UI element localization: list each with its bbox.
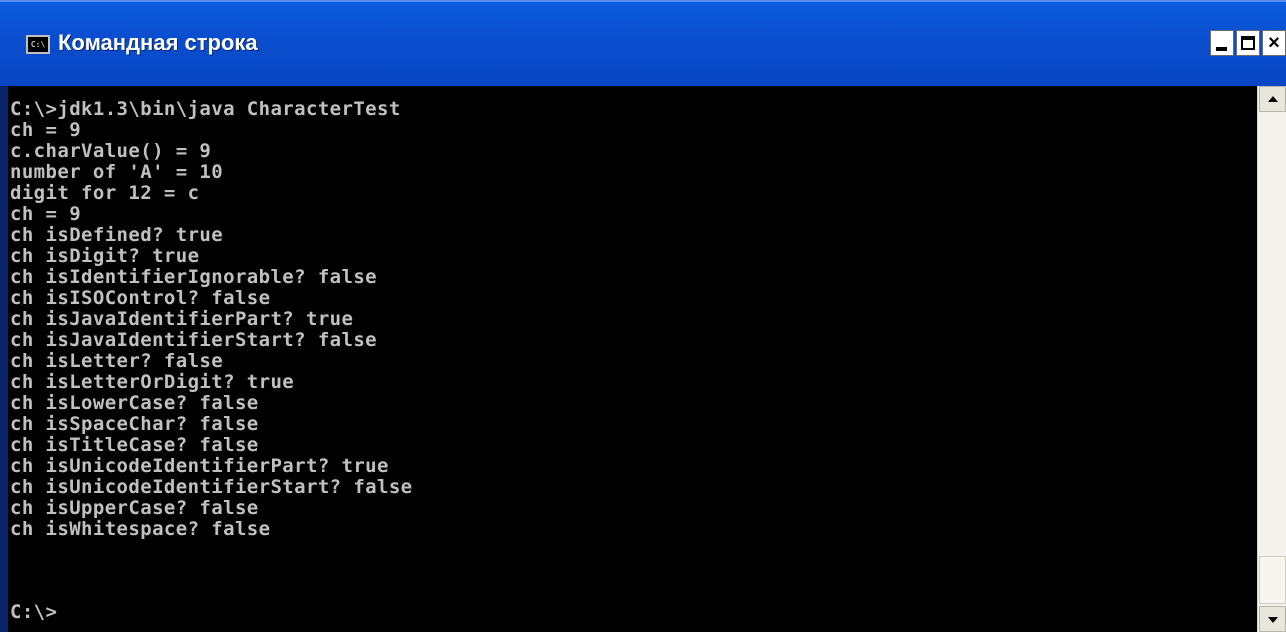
console-line: ch isUnicodeIdentifierStart? false — [10, 476, 413, 498]
command-prompt-window: C:\ Командная строка × C:\>jdk1.3\bin\ja… — [0, 0, 1286, 632]
scroll-down-button[interactable] — [1259, 606, 1286, 632]
console-line: ch isWhitespace? false — [10, 518, 271, 540]
console-line: ch isLetter? false — [10, 350, 224, 372]
scroll-up-button[interactable] — [1259, 86, 1286, 112]
scroll-up-arrow-icon — [1268, 96, 1278, 102]
console-line: ch isLowerCase? false — [10, 392, 259, 414]
console-line: ch isJavaIdentifierStart? false — [10, 329, 378, 351]
console-line: ch isDefined? true — [10, 224, 224, 246]
console-line: C:\>jdk1.3\bin\java CharacterTest — [10, 98, 401, 120]
scrollbar-thumb[interactable] — [1259, 556, 1286, 604]
console-line: digit for 12 = c — [10, 182, 200, 204]
console-line: ch isUpperCase? false — [10, 497, 259, 519]
console-line: ch isUnicodeIdentifierPart? true — [10, 455, 389, 477]
console-line: number of 'A' = 10 — [10, 161, 224, 183]
scroll-down-arrow-icon — [1268, 617, 1278, 623]
console-line: c.charValue() = 9 — [10, 140, 212, 162]
console-line: ch isTitleCase? false — [10, 434, 259, 456]
minimize-button[interactable] — [1210, 30, 1234, 56]
minimize-icon — [1216, 47, 1227, 51]
vertical-scrollbar[interactable] — [1257, 86, 1286, 632]
maximize-icon — [1241, 36, 1255, 50]
console-line: ch isJavaIdentifierPart? true — [10, 308, 354, 330]
console-output[interactable]: C:\>jdk1.3\bin\java CharacterTest ch = 9… — [8, 86, 1257, 632]
console-line: ch = 9 — [10, 203, 82, 225]
console-prompt: C:\> — [10, 601, 58, 623]
console-line: ch isLetterOrDigit? true — [10, 371, 295, 393]
close-icon: × — [1268, 32, 1280, 54]
window-title: Командная строка — [58, 30, 258, 55]
title-bar[interactable]: C:\ Командная строка × — [0, 0, 1286, 86]
console-line: ch isISOControl? false — [10, 287, 271, 309]
cmd-icon[interactable]: C:\ — [26, 35, 50, 54]
console-line: ch isSpaceChar? false — [10, 413, 259, 435]
console-line: ch isDigit? true — [10, 245, 200, 267]
close-button[interactable]: × — [1262, 30, 1286, 56]
console-line: ch = 9 — [10, 119, 82, 141]
maximize-button[interactable] — [1236, 30, 1260, 56]
console-line: ch isIdentifierIgnorable? false — [10, 266, 378, 288]
